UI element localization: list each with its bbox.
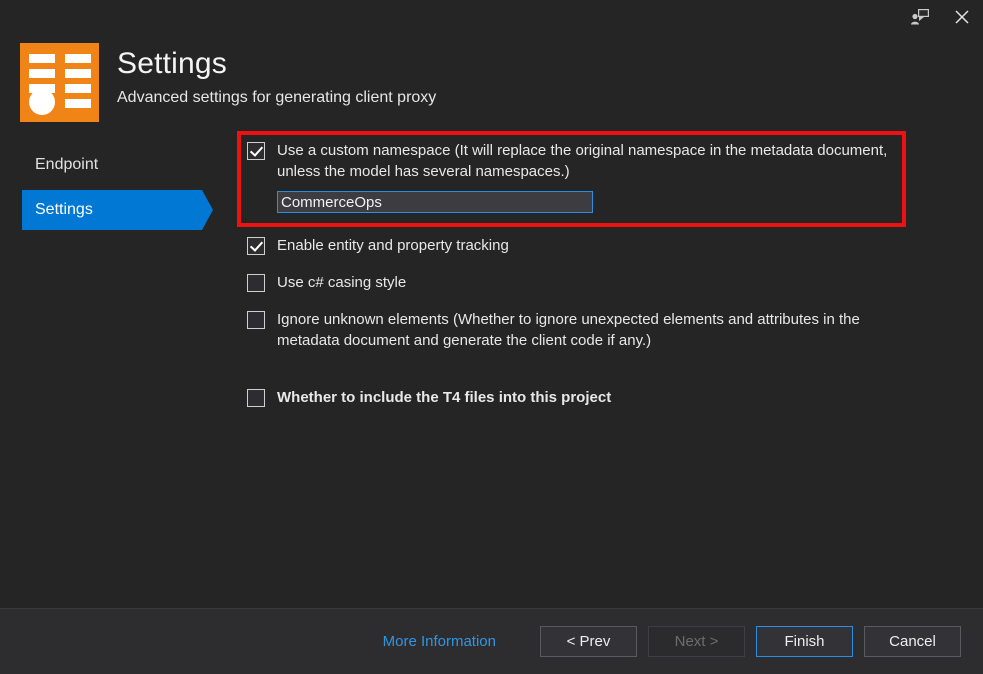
sidebar-item-settings[interactable]: Settings (0, 190, 214, 230)
checkbox-use-custom-namespace[interactable] (247, 142, 265, 160)
checkbox-include-t4-files[interactable] (247, 389, 265, 407)
dialog-footer: More Information < Prev Next > Finish Ca… (0, 608, 983, 674)
sidebar-item-label: Settings (35, 201, 93, 218)
checkbox-ignore-unknown-elements[interactable] (247, 311, 265, 329)
option-label: Ignore unknown elements (Whether to igno… (277, 311, 860, 349)
page-title: Settings (117, 47, 227, 80)
checkbox-enable-tracking[interactable] (247, 237, 265, 255)
option-csharp-casing[interactable]: Use c# casing style (247, 272, 943, 293)
settings-options-pane: Use a custom namespace (It will replace … (247, 140, 943, 408)
option-include-t4-files[interactable]: Whether to include the T4 files into thi… (247, 387, 943, 408)
option-label: Enable entity and property tracking (277, 237, 509, 254)
cancel-button[interactable]: Cancel (864, 626, 961, 657)
title-bar (0, 0, 983, 34)
settings-list-icon (20, 43, 99, 122)
checkbox-csharp-casing[interactable] (247, 274, 265, 292)
page-subtitle: Advanced settings for generating client … (117, 89, 437, 106)
feedback-icon[interactable] (899, 2, 941, 32)
wizard-steps-sidebar: Endpoint Settings (0, 145, 214, 235)
settings-wizard-dialog: Settings Advanced settings for generatin… (0, 0, 983, 674)
close-icon[interactable] (941, 2, 983, 32)
option-use-custom-namespace[interactable]: Use a custom namespace (It will replace … (247, 140, 943, 182)
finish-button[interactable]: Finish (756, 626, 853, 657)
sidebar-item-label: Endpoint (35, 156, 99, 173)
dialog-header: Settings Advanced settings for generatin… (20, 43, 436, 122)
option-ignore-unknown-elements[interactable]: Ignore unknown elements (Whether to igno… (247, 309, 943, 351)
option-label: Use a custom namespace (It will replace … (277, 142, 888, 180)
more-information-link[interactable]: More Information (383, 633, 496, 650)
option-label: Whether to include the T4 files into thi… (277, 389, 612, 406)
prev-button[interactable]: < Prev (540, 626, 637, 657)
option-enable-tracking[interactable]: Enable entity and property tracking (247, 235, 943, 256)
sidebar-item-endpoint[interactable]: Endpoint (0, 145, 214, 185)
next-button: Next > (648, 626, 745, 657)
option-label: Use c# casing style (277, 274, 407, 291)
custom-namespace-input[interactable] (277, 191, 593, 213)
